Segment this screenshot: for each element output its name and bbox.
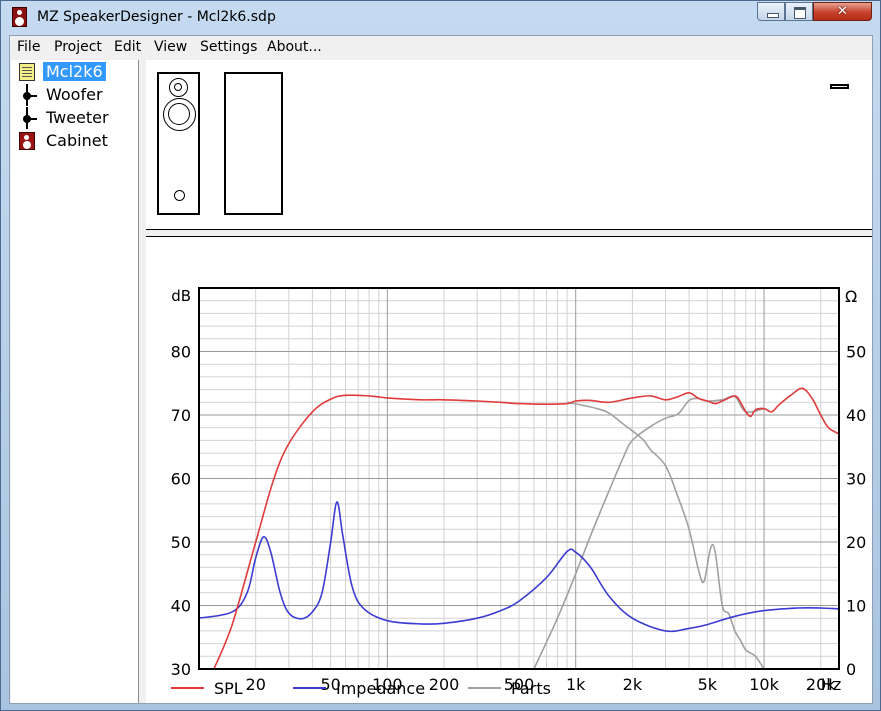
y-left-tick-label: 50 [171,533,191,552]
port-icon[interactable] [174,190,185,201]
x-tick-label: 1k [566,675,586,694]
menu-view[interactable]: View [154,39,187,55]
y-right-axis-label: Ω [845,287,857,306]
main-window: MZ SpeakerDesigner - Mcl2k6.sdp ✕ File P… [0,0,881,711]
x-tick-label: 10k [749,675,779,694]
y-right-tick-label: 0 [846,660,856,679]
y-left-tick-label: 30 [171,660,191,679]
x-tick-label: 2k [623,675,643,694]
cabinet-front-view[interactable] [157,72,200,215]
x-tick-label: Hz [821,675,841,694]
tree-item-woofer[interactable]: Woofer [13,84,137,106]
close-button[interactable]: ✕ [813,2,872,21]
minimize-icon [767,13,779,18]
window-title: MZ SpeakerDesigner - Mcl2k6.sdp [37,9,276,25]
legend-label-impedance: Impedance [336,679,425,698]
frequency-response-chart: 807060504030 50403020100 20 50 100 200 500 1k… [171,287,866,698]
driver-node-icon [19,84,37,106]
tree-item-label: Woofer [46,85,103,104]
y-right-tick-label: 40 [846,406,866,425]
woofer-driver-icon[interactable] [163,98,196,131]
y-right-tick-label: 50 [846,343,866,362]
menu-about[interactable]: About... [267,39,322,55]
project-icon [19,63,35,81]
speaker-app-icon[interactable] [12,7,27,27]
graph-panel: 80 70 60 50 40 30 50 40 30 20 10 0 20 50 100 200 500 1k… [146,237,872,703]
x-tick-label: 200 [429,675,460,694]
maximize-icon [794,7,806,19]
legend-label-spl: SPL [214,679,243,698]
y-right-tick-label: 20 [846,533,866,552]
cabinet-icon [19,132,35,150]
tree-item-label: Mcl2k6 [43,62,106,81]
series-impedance-line [199,501,839,633]
y-left-tick-label: 40 [171,597,191,616]
project-tree[interactable]: Mcl2k6 Woofer Tweeter Cabinet [11,60,139,703]
tree-item-label: Cabinet [46,131,108,150]
minimize-button[interactable] [757,2,785,21]
tree-item-tweeter[interactable]: Tweeter [13,107,137,129]
menu-file[interactable]: File [17,39,40,55]
driver-node-icon [19,107,37,129]
y-right-tick-label: 30 [846,470,866,489]
menu-edit[interactable]: Edit [114,39,141,55]
close-icon: ✕ [837,4,848,19]
menu-settings[interactable]: Settings [200,39,257,55]
series-parts-line [533,395,765,669]
y-left-tick-label: 70 [171,406,191,425]
y-left-axis-label: dB [171,287,191,305]
cabinet-side-view[interactable] [224,72,283,215]
scale-marker-icon [830,84,849,89]
tree-item-cabinet[interactable]: Cabinet [13,130,137,152]
client-area: File Project Edit View Settings About...… [9,35,873,704]
menu-bar: File Project Edit View Settings About... [10,36,872,58]
y-right-tick-label: 10 [846,597,866,616]
x-tick-label: 5k [698,675,718,694]
panel-splitter[interactable] [146,230,872,237]
tree-item-project[interactable]: Mcl2k6 [13,61,137,83]
y-left-tick-label: 60 [171,470,191,489]
maximize-button[interactable] [785,2,813,21]
x-tick-label: 20 [246,675,266,694]
legend-label-parts: Parts [511,679,551,698]
tree-item-label: Tweeter [46,108,109,127]
menu-project[interactable]: Project [54,39,102,55]
title-bar[interactable]: MZ SpeakerDesigner - Mcl2k6.sdp ✕ [1,1,880,34]
y-left-tick-label: 80 [171,343,191,362]
tweeter-driver-icon[interactable] [169,78,188,97]
